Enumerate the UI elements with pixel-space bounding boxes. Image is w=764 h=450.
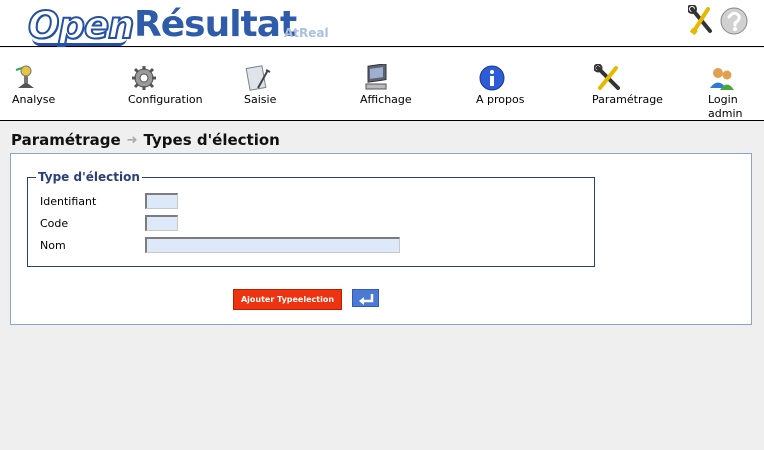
toolbar-item-analyse[interactable]: Analyse — [0, 48, 60, 121]
breadcrumb-parent[interactable]: Paramétrage — [11, 131, 121, 149]
toolbar-label-analyse: Analyse — [12, 93, 56, 106]
gear-icon — [132, 66, 156, 90]
toolbar-item-login[interactable]: Login admin — [698, 48, 758, 121]
users-icon — [710, 68, 734, 90]
main-toolbar: Analyse Configuration Saisie Affichage A… — [0, 48, 764, 121]
tools-icon[interactable] — [687, 4, 712, 36]
toolbar-item-apropos[interactable]: A propos — [470, 48, 540, 121]
toolbar-label-parametrage: Paramétrage — [592, 93, 663, 106]
breadcrumb: Paramétrage ➜ Types d'élection — [11, 131, 280, 149]
content-panel: Type d'élection Identifiant Code Nom Ajo… — [10, 153, 752, 325]
logo-resultat-text: Résultat — [134, 4, 297, 45]
field-label-nom: Nom — [40, 239, 66, 252]
toolbar-label-saisie: Saisie — [244, 93, 277, 106]
field-label-code: Code — [40, 217, 69, 230]
toolbar-label-login-user: admin — [708, 107, 743, 120]
logo-atreal-text: AtReal — [284, 26, 329, 40]
back-arrow-icon — [359, 294, 374, 305]
analyse-icon — [15, 65, 34, 88]
help-icon[interactable] — [720, 7, 748, 35]
toolbar-item-affichage[interactable]: Affichage — [352, 48, 422, 121]
code-input[interactable] — [145, 215, 178, 231]
form-fieldset: Type d'élection Identifiant Code Nom — [27, 170, 595, 267]
info-icon — [479, 65, 505, 91]
pen-icon — [245, 65, 271, 91]
back-button[interactable] — [352, 289, 379, 307]
field-label-identifiant: Identifiant — [40, 195, 97, 208]
monitor-icon — [365, 64, 387, 90]
nom-input[interactable] — [145, 237, 400, 253]
toolbar-label-apropos: A propos — [476, 93, 525, 106]
toolbar-label-login: Login — [708, 93, 738, 106]
toolbar-item-saisie[interactable]: Saisie — [236, 48, 296, 121]
add-typeelection-button[interactable]: Ajouter Typeelection — [233, 289, 342, 310]
toolbar-label-configuration: Configuration — [128, 93, 203, 106]
tools-icon — [594, 64, 620, 90]
logo-swoosh — [32, 38, 127, 46]
toolbar-item-configuration[interactable]: Configuration — [118, 48, 208, 121]
app-header: Open Résultat AtReal — [0, 0, 764, 48]
fieldset-legend: Type d'élection — [36, 170, 142, 184]
toolbar-label-affichage: Affichage — [360, 93, 412, 106]
toolbar-item-parametrage[interactable]: Paramétrage — [584, 48, 664, 121]
identifiant-input[interactable] — [145, 193, 178, 209]
header-icons — [687, 4, 750, 37]
breadcrumb-current: Types d'élection — [143, 131, 280, 149]
breadcrumb-arrow-icon: ➜ — [126, 133, 138, 148]
